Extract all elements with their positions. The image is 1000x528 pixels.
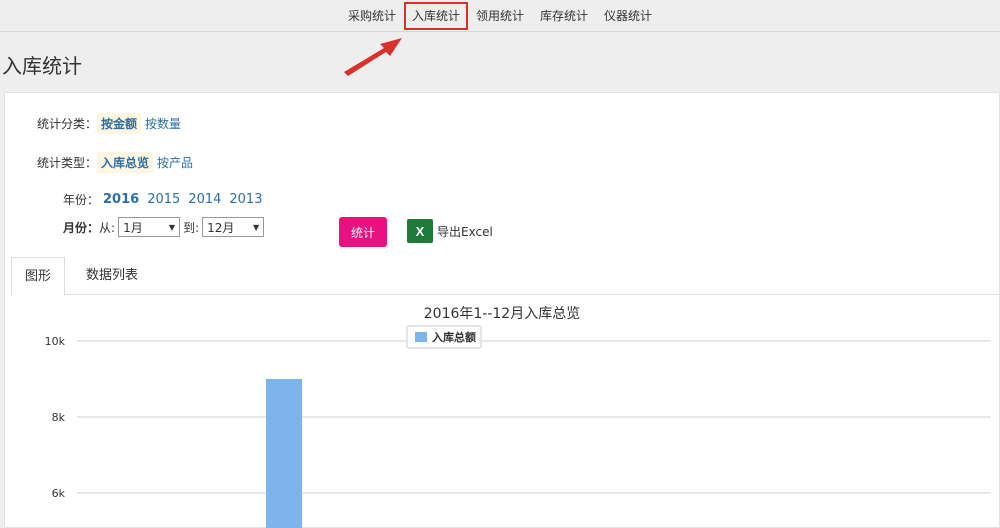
nav-inventory-stats[interactable]: 库存统计 bbox=[532, 5, 596, 27]
bar-chart: 2016年1--12月入库总览 10k 8k 6k 入库总额 bbox=[45, 306, 991, 528]
tab-data-list[interactable]: 数据列表 bbox=[73, 257, 151, 295]
category-label: 统计分类： bbox=[37, 117, 98, 131]
stat-button[interactable]: 统计 bbox=[339, 217, 387, 247]
page-title: 入库统计 bbox=[2, 54, 82, 78]
content-panel: 统计分类： 按金额 按数量 统计类型： 入库总览 按产品 年份： 2016 20… bbox=[4, 92, 1000, 528]
y-tick-label: 10k bbox=[45, 335, 66, 348]
export-excel-button[interactable]: X 导出Excel bbox=[407, 219, 493, 243]
category-row: 统计分类： 按金额 按数量 bbox=[37, 113, 185, 134]
month-row: 月份： 从: 1月 ▼ 到: 12月 ▼ bbox=[63, 217, 267, 237]
to-month-value: 12月 bbox=[207, 220, 235, 235]
export-excel-label: 导出Excel bbox=[437, 224, 493, 239]
from-month-select[interactable]: 1月 ▼ bbox=[118, 217, 181, 237]
nav-usage-stats[interactable]: 领用统计 bbox=[468, 5, 532, 27]
red-arrow-annotation bbox=[344, 38, 402, 76]
year-2013[interactable]: 2013 bbox=[225, 192, 266, 207]
type-option-by-product[interactable]: 按产品 bbox=[153, 152, 197, 173]
y-tick-label: 8k bbox=[52, 411, 66, 424]
year-label: 年份： bbox=[63, 193, 100, 207]
year-2014[interactable]: 2014 bbox=[184, 192, 225, 207]
to-month-select[interactable]: 12月 ▼ bbox=[202, 217, 265, 237]
from-month-value: 1月 bbox=[123, 220, 143, 235]
legend-label: 入库总额 bbox=[432, 330, 476, 344]
year-2016[interactable]: 2016 bbox=[99, 192, 143, 207]
type-label: 统计类型： bbox=[37, 156, 98, 170]
category-option-quantity[interactable]: 按数量 bbox=[141, 113, 185, 134]
to-label: 到: bbox=[183, 220, 200, 235]
type-option-overview[interactable]: 入库总览 bbox=[97, 152, 154, 173]
nav-inbound-stats[interactable]: 入库统计 bbox=[403, 1, 468, 30]
top-nav: 采购统计 入库统计 领用统计 库存统计 仪器统计 bbox=[0, 0, 1000, 32]
tab-chart[interactable]: 图形 bbox=[11, 257, 66, 296]
month-label: 月份： bbox=[63, 220, 100, 235]
bar bbox=[266, 379, 302, 528]
chevron-down-icon: ▼ bbox=[168, 222, 176, 232]
tab-bar: 图形 数据列表 bbox=[11, 257, 1000, 296]
y-tick-label: 6k bbox=[52, 487, 66, 500]
excel-icon: X bbox=[407, 219, 433, 243]
chart-title: 2016年1--12月入库总览 bbox=[424, 306, 580, 322]
type-row: 统计类型： 入库总览 按产品 bbox=[37, 152, 197, 173]
year-2015[interactable]: 2015 bbox=[143, 192, 184, 207]
chevron-down-icon: ▼ bbox=[252, 222, 260, 232]
legend-swatch bbox=[415, 332, 427, 342]
nav-instrument-stats[interactable]: 仪器统计 bbox=[596, 5, 660, 27]
category-option-amount[interactable]: 按金额 bbox=[97, 113, 142, 134]
nav-procurement-stats[interactable]: 采购统计 bbox=[340, 5, 404, 27]
year-row: 年份： 2016 2015 2014 2013 bbox=[63, 191, 266, 208]
from-label: 从: bbox=[99, 220, 116, 235]
